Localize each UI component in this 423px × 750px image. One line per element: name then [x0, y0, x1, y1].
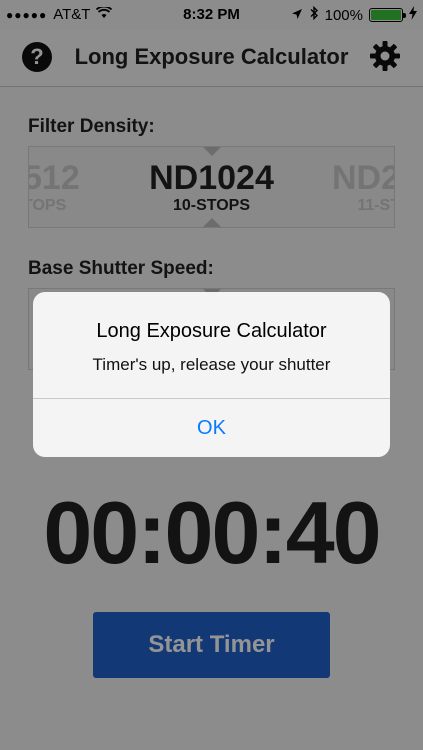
alert-message: Timer's up, release your shutter	[92, 355, 331, 374]
alert-dialog: Long Exposure Calculator Timer's up, rel…	[33, 292, 390, 457]
alert-ok-button[interactable]: OK	[33, 399, 390, 457]
alert-title: Long Exposure Calculator	[96, 320, 327, 342]
